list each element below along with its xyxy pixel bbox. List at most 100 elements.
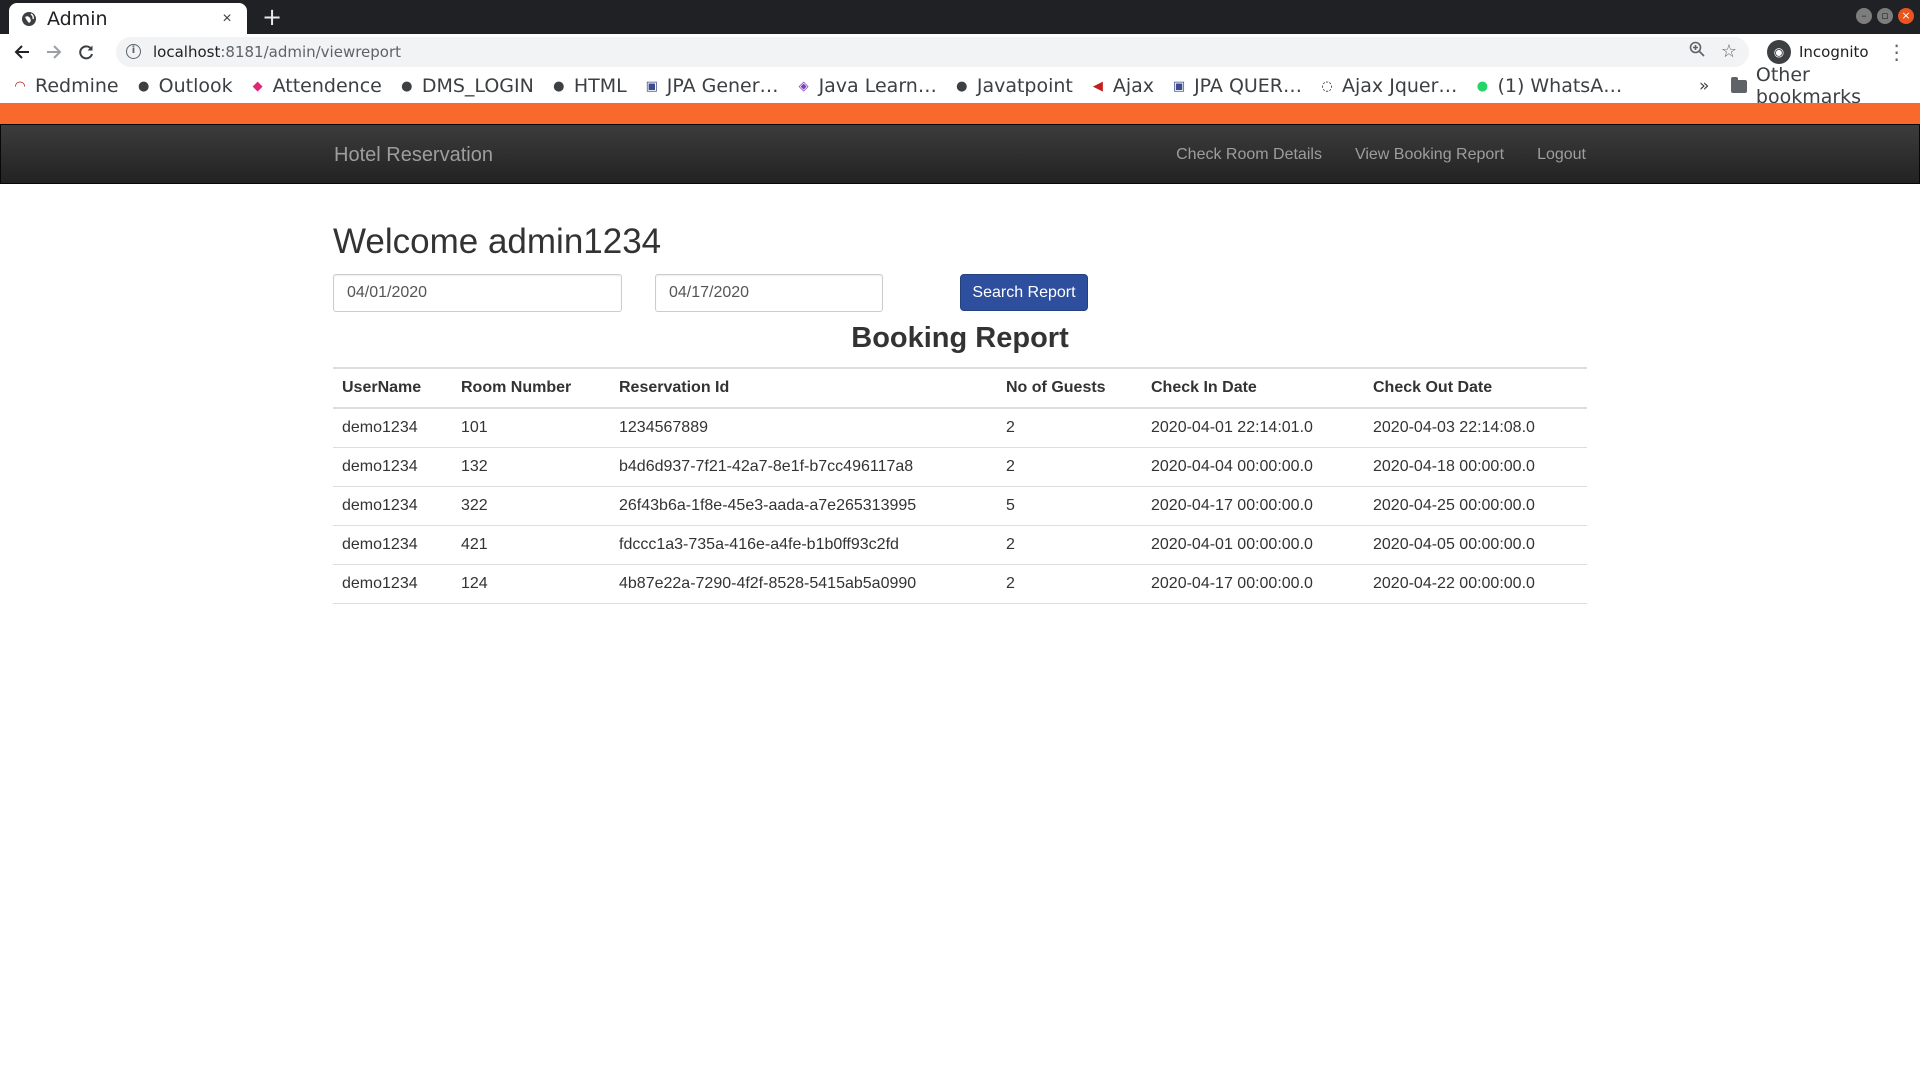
reload-icon[interactable]	[70, 36, 102, 68]
column-header-guests: No of Guests	[997, 367, 1142, 409]
browser-tab[interactable]: Admin ×	[9, 3, 247, 34]
maximize-icon[interactable]: ▫	[1877, 8, 1893, 24]
minimize-icon[interactable]: –	[1856, 8, 1872, 24]
bookmark-item[interactable]: ▣ JPA Gener…	[644, 75, 779, 97]
bookmark-item[interactable]: ● Javatpoint	[954, 75, 1073, 97]
bookmark-item[interactable]: ● HTML	[551, 75, 627, 97]
cell-check-out: 2020-04-25 00:00:00.0	[1364, 486, 1587, 526]
nav-view-booking-report[interactable]: View Booking Report	[1355, 146, 1504, 164]
table-row: demo1234 124 4b87e22a-7290-4f2f-8528-5415a…	[333, 564, 1587, 604]
forward-arrow-icon[interactable]	[38, 36, 70, 68]
bookmark-item[interactable]: ◀ Ajax	[1090, 75, 1154, 97]
bookmark-item[interactable]: ● Outlook	[136, 75, 233, 97]
column-header-check-out: Check Out Date	[1364, 367, 1587, 409]
attendence-icon: ◆	[252, 78, 263, 94]
cell-guests: 2	[997, 447, 1142, 487]
bookmark-item[interactable]: ◌ Ajax Jquer…	[1319, 75, 1457, 97]
bookmark-item[interactable]: ◈ Java Learn…	[796, 75, 937, 97]
date-to-input[interactable]	[655, 274, 883, 312]
table-row: demo1234 132 b4d6d937-7f21-42a7-8e1f-b7cc4…	[333, 447, 1587, 487]
app-navbar: Hotel Reservation Check Room Details Vie…	[0, 124, 1920, 184]
column-header-reservation-id: Reservation Id	[610, 367, 997, 409]
cell-reservation-id: 1234567889	[610, 408, 997, 448]
incognito-indicator[interactable]: ◉ Incognito	[1767, 38, 1869, 66]
cell-room-number: 124	[452, 564, 610, 604]
browser-tab-strip: Admin × + – ▫ ×	[0, 0, 1920, 34]
bookmark-item[interactable]: ◠ Redmine	[12, 75, 119, 97]
table-row: demo1234 421 fdccc1a3-735a-416e-a4fe-b1b0f…	[333, 525, 1587, 565]
bookmark-label: Ajax	[1112, 75, 1155, 97]
star-icon[interactable]: ☆	[1721, 41, 1737, 62]
other-bookmarks-folder[interactable]: Other bookmarks	[1731, 64, 1920, 108]
bookmark-label: (1) WhatsA…	[1497, 75, 1623, 97]
booking-report-table: UserName Room Number Reservation Id No o…	[333, 367, 1587, 604]
table-row: demo1234 322 26f43b6a-1f8e-45e3-aada-a7e26…	[333, 486, 1587, 526]
bookmark-item[interactable]: ▣ JPA QUER…	[1171, 75, 1302, 97]
nav-links: Check Room Details View Booking Report L…	[1143, 125, 1586, 185]
whatsapp-icon: ●	[1476, 78, 1489, 94]
tab-title: Admin	[47, 7, 108, 30]
cell-reservation-id: fdccc1a3-735a-416e-a4fe-b1b0ff93c2fd	[610, 525, 997, 565]
globe-icon: ●	[553, 78, 565, 94]
cell-guests: 2	[997, 525, 1142, 565]
column-header-username: UserName	[333, 367, 452, 409]
window-close-icon[interactable]: ×	[1898, 8, 1914, 24]
cell-username: demo1234	[333, 447, 452, 487]
nav-check-room-details[interactable]: Check Room Details	[1176, 146, 1322, 164]
cell-guests: 5	[997, 486, 1142, 526]
report-title: Booking Report	[851, 322, 1069, 354]
bookmarks-overflow-button[interactable]: »	[1699, 69, 1709, 103]
bookmark-label: Outlook	[158, 75, 233, 97]
doc-icon: ▣	[1172, 78, 1186, 94]
other-bookmarks-label: Other bookmarks	[1755, 64, 1862, 108]
folder-icon	[1731, 76, 1747, 93]
bookmark-item[interactable]: ◆ Attendence	[250, 75, 382, 97]
site-info-icon[interactable]: i	[126, 44, 141, 59]
incognito-icon: ◉	[1767, 39, 1791, 64]
bookmarks-bar: ◠ Redmine ● Outlook ◆ Attendence ● DMS_LOGIN ● HT…	[0, 64, 1920, 108]
globe-icon	[21, 11, 37, 27]
table-header-row: UserName Room Number Reservation Id No o…	[333, 367, 1587, 409]
zoom-icon[interactable]	[1689, 41, 1705, 62]
bookmark-item[interactable]: ● (1) WhatsA…	[1474, 75, 1622, 97]
column-header-room-number: Room Number	[452, 367, 610, 409]
back-arrow-icon[interactable]	[6, 36, 38, 68]
globe-icon: ●	[137, 78, 150, 94]
cell-room-number: 421	[452, 525, 610, 565]
bookmark-label: DMS_LOGIN	[421, 75, 534, 97]
cell-guests: 2	[997, 564, 1142, 604]
brand-link[interactable]: Hotel Reservation	[334, 125, 493, 185]
doc-icon: ▣	[645, 78, 658, 94]
bookmark-label: HTML	[573, 75, 627, 97]
bookmark-label: Attendence	[272, 75, 382, 97]
java-icon: ◈	[798, 78, 809, 94]
spinner-icon: ◌	[1321, 78, 1333, 94]
cell-room-number: 132	[452, 447, 610, 487]
nav-logout[interactable]: Logout	[1537, 146, 1586, 164]
bookmark-label: Javatpoint	[976, 75, 1073, 97]
welcome-heading: Welcome admin1234	[333, 222, 662, 261]
cell-username: demo1234	[333, 564, 452, 604]
browser-toolbar: i localhost:8181/admin/viewreport ☆ ◉ In…	[0, 34, 1920, 69]
date-from-input[interactable]	[333, 274, 622, 312]
cell-room-number: 322	[452, 486, 610, 526]
new-tab-button[interactable]: +	[258, 3, 286, 31]
close-tab-icon[interactable]: ×	[217, 10, 237, 28]
cell-reservation-id: 4b87e22a-7290-4f2f-8528-5415ab5a0990	[610, 564, 997, 604]
bookmark-label: Redmine	[35, 75, 119, 97]
search-report-button[interactable]: Search Report	[960, 274, 1088, 311]
incognito-label: Incognito	[1799, 42, 1869, 61]
more-menu-icon[interactable]: ⋮	[1887, 40, 1907, 64]
bookmark-label: JPA Gener…	[666, 75, 779, 97]
bookmark-label: Ajax Jquer…	[1342, 75, 1458, 97]
cell-check-in: 2020-04-04 00:00:00.0	[1142, 447, 1364, 487]
address-bar[interactable]: i localhost:8181/admin/viewreport ☆	[116, 36, 1749, 67]
bookmark-item[interactable]: ● DMS_LOGIN	[399, 75, 534, 97]
globe-icon: ●	[401, 78, 413, 94]
cell-check-out: 2020-04-03 22:14:08.0	[1364, 408, 1587, 448]
cell-reservation-id: b4d6d937-7f21-42a7-8e1f-b7cc496117a8	[610, 447, 997, 487]
accent-bar	[0, 103, 1920, 124]
bookmark-label: JPA QUER…	[1194, 75, 1303, 97]
ajax-icon: ◀	[1092, 78, 1103, 94]
window-controls: – ▫ ×	[1856, 8, 1914, 24]
